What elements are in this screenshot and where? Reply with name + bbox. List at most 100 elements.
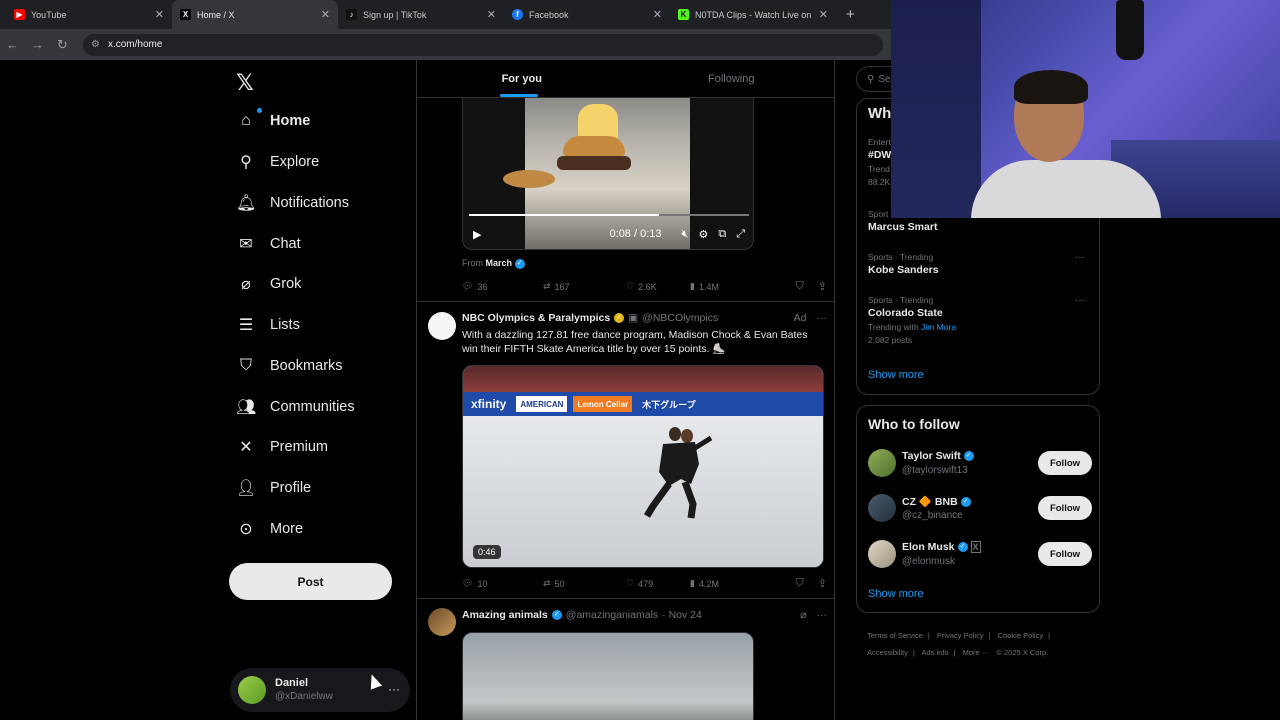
show-more-link[interactable]: Show more bbox=[868, 588, 924, 600]
affiliate-badge-icon: ▣ bbox=[628, 312, 639, 324]
nav-item-more[interactable]: ⊙ More bbox=[236, 517, 303, 541]
close-tab-icon[interactable]: ✕ bbox=[321, 8, 330, 21]
trend-name: Marcus Smart bbox=[868, 221, 938, 233]
author-handle[interactable]: @NBCOlympics bbox=[642, 312, 718, 324]
nav-item-label: More bbox=[270, 521, 304, 537]
tab-home-x[interactable]: X Home / X ✕ bbox=[172, 0, 338, 29]
nav-item-grok[interactable]: ⌀ Grok bbox=[236, 272, 301, 296]
x-logo-icon[interactable]: 𝕏 bbox=[236, 70, 254, 96]
views-button[interactable]: ▮ 1.4M bbox=[690, 281, 778, 292]
like-button[interactable]: ♡ 479 bbox=[626, 578, 690, 589]
footer-link[interactable]: Ads info bbox=[921, 648, 948, 657]
nav-item-premium[interactable]: ✕ Premium bbox=[236, 435, 328, 459]
who-to-follow-panel: Who to follow Taylor Swift ✓ @taylorswift… bbox=[856, 405, 1100, 613]
x-affiliate-icon: X bbox=[970, 541, 981, 553]
nav-item-communities[interactable]: 👥︎ Communities bbox=[236, 395, 355, 419]
more-icon[interactable]: ··· bbox=[817, 312, 828, 324]
author-name[interactable]: Amazing animals bbox=[462, 609, 548, 621]
fullscreen-icon[interactable]: ⤢ bbox=[736, 228, 745, 241]
tab-title: Sign up | TikTok bbox=[363, 9, 427, 20]
url-field[interactable]: ⚙ x.com/home bbox=[83, 33, 883, 56]
tab-kick[interactable]: K N0TDA Clips - Watch Live on K ✕ bbox=[670, 0, 836, 29]
video-progress-bar[interactable] bbox=[469, 214, 749, 216]
more-icon[interactable]: ··· bbox=[817, 609, 828, 621]
nav-item-label: Explore bbox=[270, 154, 320, 170]
nav-item-lists[interactable]: ☰ Lists bbox=[236, 313, 300, 337]
views-button[interactable]: ▮ 4.2M bbox=[690, 578, 778, 589]
close-tab-icon[interactable]: ✕ bbox=[653, 8, 662, 21]
bookmark-icon: ⛉ bbox=[239, 357, 252, 374]
pip-icon[interactable]: ⧉ bbox=[718, 228, 726, 241]
main-feed: For you Following ▶ 0:08 / 0:13 🔇︎ ⚙ ⧉ ⤢… bbox=[416, 60, 835, 720]
nav-item-notifications[interactable]: 🔔︎ Notifications bbox=[236, 191, 349, 215]
board-ad: Lemon Cellar bbox=[573, 396, 633, 412]
back-icon[interactable]: ← bbox=[0, 37, 25, 52]
follow-suggestion[interactable]: Taylor Swift ✓ @taylorswift13 Follow bbox=[868, 448, 1093, 480]
repost-button[interactable]: ⇄ 50 bbox=[543, 578, 626, 589]
from-name[interactable]: March bbox=[486, 258, 513, 268]
follow-suggestion[interactable]: CZ 🔶 BNB ✓ @cz_binance Follow bbox=[868, 493, 1093, 525]
grok-icon[interactable]: ⌀ bbox=[800, 609, 806, 621]
tab-facebook[interactable]: f Facebook ✕ bbox=[504, 0, 670, 29]
avatar[interactable] bbox=[428, 608, 456, 636]
trend-item[interactable]: Sports · Trending Kobe Sanders ··· bbox=[868, 252, 1093, 276]
share-icon[interactable]: ⇪ bbox=[818, 280, 827, 293]
footer-link[interactable]: Accessibility bbox=[867, 648, 908, 657]
post-button[interactable]: Post bbox=[229, 563, 392, 600]
follow-button[interactable]: Follow bbox=[1038, 542, 1092, 566]
more-icon[interactable]: ··· bbox=[1075, 295, 1085, 306]
x-logo-icon: ✕ bbox=[239, 439, 253, 456]
repost-button[interactable]: ⇄ 167 bbox=[543, 281, 626, 292]
more-icon[interactable]: ··· bbox=[388, 682, 400, 696]
nav-item-home[interactable]: ⌂ Home bbox=[236, 108, 310, 133]
nav-item-bookmarks[interactable]: ⛉ Bookmarks bbox=[236, 354, 343, 378]
share-icon[interactable]: ⇪ bbox=[818, 577, 827, 590]
bookmark-icon[interactable]: ⛉ bbox=[796, 577, 804, 590]
tab-tiktok[interactable]: ♪ Sign up | TikTok ✕ bbox=[338, 0, 504, 29]
new-tab-icon[interactable]: + bbox=[846, 6, 855, 23]
reload-icon[interactable]: ↻ bbox=[50, 37, 75, 53]
post-header: NBC Olympics & Paralympics ✓ ▣ @NBCOlymp… bbox=[462, 312, 827, 324]
suggestion-name-row: Taylor Swift ✓ bbox=[902, 450, 974, 462]
author-name[interactable]: NBC Olympics & Paralympics bbox=[462, 312, 610, 324]
reply-button[interactable]: 💬︎ 36 bbox=[462, 281, 543, 292]
play-icon[interactable]: ▶ bbox=[473, 228, 481, 241]
tab-following[interactable]: Following bbox=[627, 60, 835, 97]
author-handle[interactable]: @amazinganiamals bbox=[566, 609, 658, 621]
footer-link[interactable]: Privacy Policy bbox=[937, 631, 984, 640]
trend-item[interactable]: Sports · Trending Colorado State Trendin… bbox=[868, 295, 1093, 345]
close-tab-icon[interactable]: ✕ bbox=[155, 8, 164, 21]
bell-icon: 🔔︎ bbox=[236, 195, 257, 212]
reply-button[interactable]: 💬︎ 10 bbox=[462, 578, 543, 589]
follow-button[interactable]: Follow bbox=[1038, 451, 1092, 475]
more-icon[interactable]: ··· bbox=[1075, 252, 1085, 263]
footer-link[interactable]: More ··· bbox=[963, 648, 990, 657]
trend-link[interactable]: Jim Mora bbox=[921, 322, 956, 332]
nav-item-profile[interactable]: 👤︎ Profile bbox=[236, 476, 311, 500]
bookmark-icon[interactable]: ⛉ bbox=[796, 280, 804, 293]
nav-item-explore[interactable]: ⚲ Explore bbox=[236, 150, 319, 174]
close-tab-icon[interactable]: ✕ bbox=[819, 8, 828, 21]
mute-icon[interactable]: 🔇︎ bbox=[682, 228, 689, 241]
show-more-link[interactable]: Show more bbox=[868, 369, 924, 381]
account-switcher[interactable]: Daniel @xDanielww ··· bbox=[230, 668, 410, 712]
follow-suggestion[interactable]: Elon Musk ✓ X @elonmusk Follow bbox=[868, 539, 1093, 571]
post-video[interactable]: xfinity AMERICAN Lemon Cellar 木下グループ 0:4… bbox=[462, 365, 824, 568]
avatar bbox=[868, 449, 896, 477]
video-player[interactable]: ▶ 0:08 / 0:13 🔇︎ ⚙ ⧉ ⤢ bbox=[462, 98, 754, 250]
avatar[interactable] bbox=[428, 312, 456, 340]
follow-button[interactable]: Follow bbox=[1038, 496, 1092, 520]
footer-link[interactable]: Cookie Policy bbox=[998, 631, 1043, 640]
reply-count: 36 bbox=[477, 281, 488, 292]
post-video[interactable] bbox=[462, 632, 754, 720]
nav-item-chat[interactable]: ✉ Chat bbox=[236, 232, 300, 256]
site-info-icon[interactable]: ⚙ bbox=[91, 39, 100, 50]
forward-icon[interactable]: → bbox=[25, 37, 50, 52]
nav-item-label: Bookmarks bbox=[270, 358, 343, 374]
tab-youtube[interactable]: ▶ YouTube ✕ bbox=[6, 0, 172, 29]
tab-for-you[interactable]: For you bbox=[417, 60, 627, 97]
like-button[interactable]: ♡ 2.6K bbox=[626, 281, 690, 292]
settings-icon[interactable]: ⚙ bbox=[698, 228, 708, 241]
close-tab-icon[interactable]: ✕ bbox=[487, 8, 496, 21]
footer-link[interactable]: Terms of Service bbox=[867, 631, 923, 640]
